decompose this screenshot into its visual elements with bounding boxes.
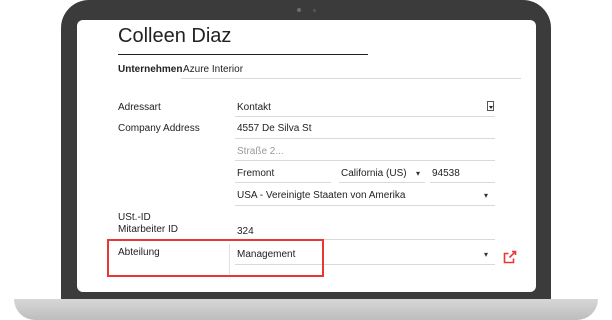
employee-id-label: Mitarbeiter ID xyxy=(118,224,179,235)
camera-dot-secondary xyxy=(313,9,316,12)
address-type-select[interactable]: Kontakt xyxy=(237,102,271,113)
department-highlight-box xyxy=(107,239,324,277)
country-chevron-down-icon[interactable]: ▾ xyxy=(484,191,488,200)
external-link-icon[interactable] xyxy=(503,250,517,264)
name-underline xyxy=(118,54,368,55)
state-chevron-down-icon[interactable]: ▾ xyxy=(416,169,420,178)
laptop-base xyxy=(14,299,598,320)
state-underline xyxy=(339,182,425,183)
zip-field[interactable]: 94538 xyxy=(432,168,460,179)
screen: Colleen Diaz Unternehmen Azure Interior … xyxy=(77,20,536,292)
zip-underline xyxy=(430,182,495,183)
country-underline xyxy=(235,205,495,206)
company-field[interactable]: Azure Interior xyxy=(183,64,243,75)
street-field[interactable]: 4557 De Silva St xyxy=(237,123,312,134)
department-chevron-down-icon[interactable]: ▾ xyxy=(484,250,488,259)
city-underline xyxy=(235,182,331,183)
employee-id-field[interactable]: 324 xyxy=(237,226,254,237)
street2-underline xyxy=(235,160,495,161)
company-underline xyxy=(181,78,521,79)
camera-dot xyxy=(297,8,301,12)
company-label: Unternehmen xyxy=(118,64,183,75)
street-underline xyxy=(235,138,495,139)
company-address-label: Company Address xyxy=(118,123,200,134)
vat-label: USt.-ID xyxy=(118,212,151,223)
country-select[interactable]: USA - Vereinigte Staaten von Amerika xyxy=(237,190,405,201)
address-type-label: Adressart xyxy=(118,102,161,113)
address-type-underline xyxy=(235,116,495,117)
street2-field[interactable]: Straße 2... xyxy=(237,146,284,157)
contact-name[interactable]: Colleen Diaz xyxy=(118,25,231,48)
state-select[interactable]: California (US) xyxy=(341,168,407,179)
city-field[interactable]: Fremont xyxy=(237,168,274,179)
address-type-dropdown-icon[interactable] xyxy=(487,101,494,111)
